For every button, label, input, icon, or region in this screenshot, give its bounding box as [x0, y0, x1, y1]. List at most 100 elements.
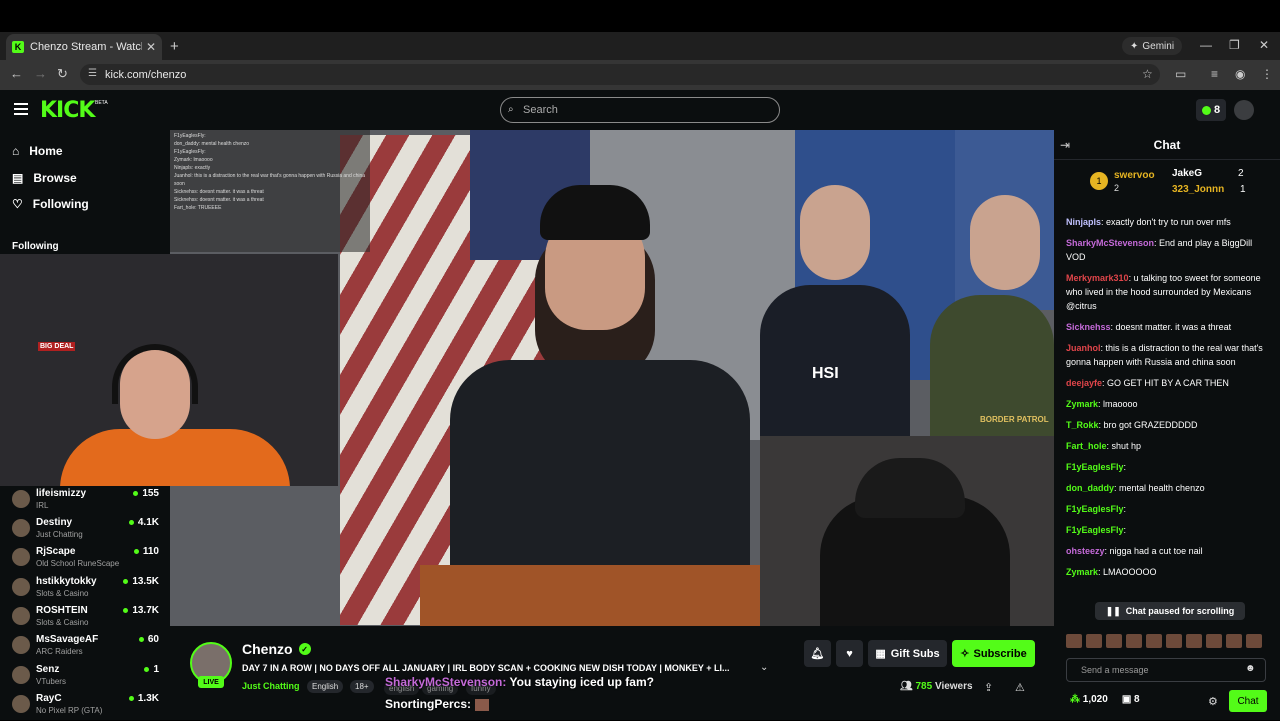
collapse-chat-icon[interactable]: ⇥: [1060, 138, 1070, 152]
followed-channel[interactable]: RayC No Pixel RP (GTA) 1.3K: [12, 693, 162, 721]
chat-username[interactable]: Sicknehss: [1066, 322, 1111, 332]
chat-username[interactable]: Fart_hole: [1066, 441, 1107, 451]
channel-viewers: 13.7K: [123, 605, 159, 616]
emote-icon[interactable]: [1246, 634, 1262, 648]
media-icon[interactable]: ≡: [1211, 67, 1218, 81]
subscribe-button[interactable]: ✧ Subscribe: [952, 640, 1035, 667]
browser-tab[interactable]: K Chenzo Stream - Watch Live ✕: [6, 34, 162, 60]
chat-username[interactable]: SharkyMcStevenson: [1066, 238, 1154, 248]
channel-category: ARC Raiders: [36, 647, 83, 656]
chat-username[interactable]: ohsteezy: [1066, 546, 1105, 556]
reload-icon[interactable]: ↻: [57, 66, 68, 82]
followed-channel[interactable]: ROSHTEIN Slots & Casino 13.7K: [12, 605, 162, 633]
tag-18plus[interactable]: 18+: [350, 680, 374, 693]
chat-username[interactable]: F1yEaglesFly: [1066, 525, 1124, 535]
followed-channel[interactable]: lifeismizzy IRL 155: [12, 488, 162, 516]
stream-category[interactable]: Just Chatting: [242, 681, 300, 691]
emote-icon[interactable]: [1066, 634, 1082, 648]
menu-dots-icon[interactable]: ⋮: [1261, 67, 1273, 81]
streamer-name[interactable]: Chenzo ✓: [242, 641, 311, 657]
search-input[interactable]: Search: [500, 97, 780, 123]
chat-username[interactable]: F1yEaglesFly: [1066, 462, 1124, 472]
send-chat-button[interactable]: Chat: [1229, 690, 1267, 712]
emoji-picker-icon[interactable]: ☻: [1245, 663, 1256, 674]
followed-channel[interactable]: hstikkytokky Slots & Casino 13.5K: [12, 576, 162, 604]
new-tab-button[interactable]: +: [170, 38, 179, 55]
back-icon[interactable]: ←: [10, 66, 23, 81]
close-window-icon[interactable]: ✕: [1259, 38, 1269, 52]
tag-english[interactable]: English: [307, 680, 344, 693]
gemini-icon: ✦: [1130, 40, 1139, 52]
maximize-icon[interactable]: ❐: [1229, 38, 1240, 52]
followed-channel[interactable]: Destiny Just Chatting 4.1K: [12, 517, 162, 545]
report-icon[interactable]: ⚠: [1015, 681, 1025, 694]
close-tab-icon[interactable]: ✕: [146, 40, 156, 54]
gifter-name[interactable]: JakeG: [1172, 168, 1202, 179]
follow-heart-button[interactable]: ♥: [836, 640, 863, 667]
chat-username[interactable]: deejayfe: [1066, 378, 1102, 388]
emote-icon[interactable]: [1086, 634, 1102, 648]
gifter-name[interactable]: swervoo: [1114, 170, 1155, 181]
notification-bell-button[interactable]: 🔔︎: [804, 640, 831, 667]
chat-username[interactable]: F1yEaglesFly: [1066, 504, 1124, 514]
followed-channel[interactable]: Senz VTubers 1: [12, 664, 162, 692]
chat-username[interactable]: T_Rokk: [1066, 420, 1099, 430]
bookmark-star-icon[interactable]: ☆: [1142, 67, 1153, 81]
sidebar-item-browse[interactable]: ▤ Browse: [12, 171, 77, 185]
bell-icon: 🔔︎: [810, 648, 825, 660]
gift-subs-label: Gift Subs: [890, 647, 940, 660]
emote-icon[interactable]: [1186, 634, 1202, 648]
chat-points[interactable]: 1,020: [1083, 694, 1108, 705]
minimize-icon[interactable]: —: [1200, 38, 1212, 52]
emote-icon[interactable]: [1126, 634, 1142, 648]
cast-icon[interactable]: ▭: [1175, 67, 1186, 81]
channel-viewers: 13.5K: [123, 576, 159, 587]
channel-category: IRL: [36, 501, 49, 510]
overlay-user: SnortingPercs:: [385, 697, 472, 711]
gift-subs-button[interactable]: ▦ Gift Subs: [868, 640, 947, 667]
gemini-button[interactable]: ✦ Gemini: [1122, 37, 1183, 55]
expand-title-icon[interactable]: ⌄: [760, 662, 768, 673]
sidebar-item-following[interactable]: ♡ Following: [12, 197, 89, 211]
gemini-label: Gemini: [1142, 40, 1175, 52]
profile-icon[interactable]: ◉: [1235, 67, 1245, 81]
followed-channel[interactable]: MsSavageAF ARC Raiders 60: [12, 634, 162, 662]
hamburger-menu-icon[interactable]: [14, 103, 28, 115]
chat-username[interactable]: don_daddy: [1066, 483, 1114, 493]
chat-text: :: [1123, 462, 1127, 472]
emote-icon[interactable]: [1206, 634, 1222, 648]
emote-icon[interactable]: [1226, 634, 1242, 648]
headphones: [112, 344, 198, 404]
emote-icon[interactable]: [1146, 634, 1162, 648]
chat-username[interactable]: Zymark: [1066, 567, 1098, 577]
chat-paused-banner[interactable]: ❚❚ Chat paused for scrolling: [1095, 602, 1245, 620]
sidebar-item-home[interactable]: ⌂ Home: [12, 144, 63, 158]
channel-name: hstikkytokky: [36, 576, 97, 587]
chat-message: SharkyMcStevenson: End and play a BiggDi…: [1066, 236, 1268, 264]
url-field[interactable]: kick.com/chenzo: [80, 64, 1160, 85]
officer-head: [970, 195, 1040, 290]
points-badge[interactable]: 8: [1196, 99, 1226, 121]
chat-username[interactable]: Juanhol: [1066, 343, 1101, 353]
chat-count[interactable]: 8: [1134, 694, 1140, 705]
forward-icon[interactable]: →: [34, 66, 47, 81]
site-info-icon[interactable]: ☰: [88, 68, 97, 79]
chat-message: Ninjapls: exactly don't try to run over …: [1066, 215, 1268, 229]
emote-icon[interactable]: [1106, 634, 1122, 648]
chat-username[interactable]: Merkymark310: [1066, 273, 1129, 283]
gift-icon: ▦: [875, 648, 886, 660]
title-bar: [0, 0, 1280, 32]
channel-name: lifeismizzy: [36, 488, 87, 499]
chat-message-input[interactable]: Send a message: [1066, 658, 1266, 682]
user-avatar[interactable]: [1234, 100, 1254, 120]
speaker-figure: [430, 180, 760, 630]
emote-icon[interactable]: [1166, 634, 1182, 648]
chat-settings-icon[interactable]: ⚙: [1208, 695, 1218, 708]
chat-username[interactable]: Zymark: [1066, 399, 1098, 409]
chat-username[interactable]: Ninjapls: [1066, 217, 1101, 227]
kick-logo[interactable]: KICK: [40, 98, 95, 123]
followed-channel[interactable]: RjScape Old School RuneScape 110: [12, 546, 162, 574]
chat-message: Zymark: LMAOOOOO: [1066, 565, 1268, 579]
share-icon[interactable]: ⇪: [984, 681, 993, 694]
gifter-name[interactable]: 323_Jonnn: [1172, 184, 1224, 195]
